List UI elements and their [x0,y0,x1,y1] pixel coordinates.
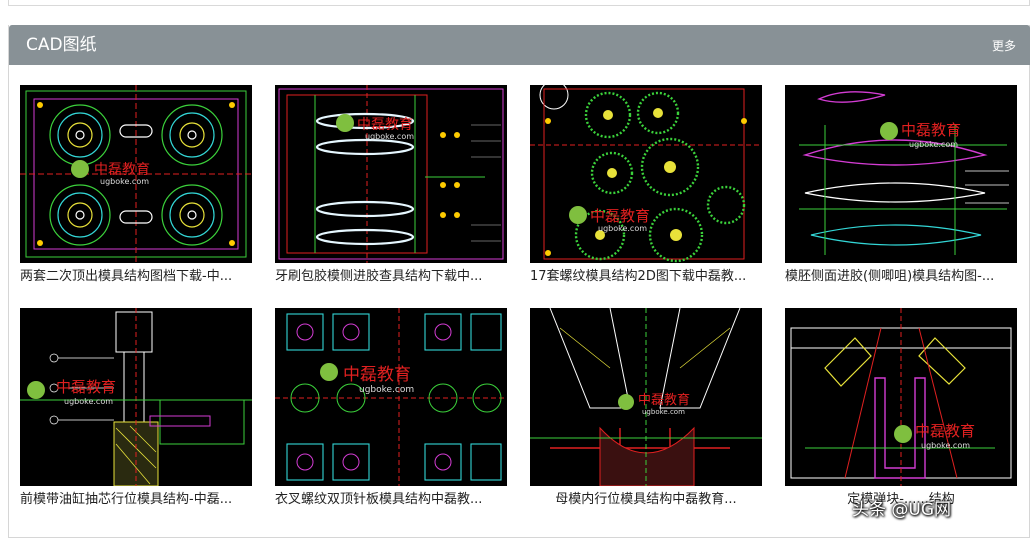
drawing-card[interactable]: 中磊教育 ugboke.com 前模带油缸抽芯行位模具结构-中磊... [20,308,252,513]
thumb-watermark-en: ugboke.com [64,397,113,406]
thumb-watermark-cn: 中磊教育 [915,422,975,440]
drawing-card[interactable]: 中磊教育 ugboke.com 牙刷包胶模侧进胶查具结构下载中... [275,85,507,290]
cad-preview-cylinder-slider: 中磊教育 ugboke.com [20,308,252,486]
thumb-watermark-cn: 中磊教育 [94,162,150,178]
drawing-card[interactable]: 中磊教育 ugboke.com 定模弹块-......结构 [785,308,1017,513]
drawing-title[interactable]: 衣叉螺纹双顶针板模具结构中磊教... [275,490,507,510]
thumb-watermark-cn: 中磊教育 [343,365,411,385]
thumb-watermark-cn: 中磊教育 [590,207,650,225]
drawing-thumbnail[interactable]: 中磊教育 ugboke.com [785,85,1017,263]
cad-preview-spring-block: 中磊教育 ugboke.com [785,308,1017,486]
drawing-card[interactable]: 中磊教育 ugboke.com 母模内行位模具结构中磊教育... [530,308,762,513]
more-link[interactable]: 更多 [992,38,1016,54]
thumb-watermark-en: ugboke.com [598,224,647,233]
cad-preview-side-gate: 中磊教育 ugboke.com [785,85,1017,263]
cad-preview-inner-slider: 中磊教育 ugboke.com [530,308,762,486]
thumb-watermark-en: ugboke.com [359,385,414,395]
drawing-title[interactable]: 两套二次顶出模具结构图档下载-中... [20,267,252,287]
drawing-card[interactable]: 中磊教育 ugboke.com 17套螺纹模具结构2D图下载中磊教... [530,85,762,290]
thumb-watermark-en: ugboke.com [365,132,414,141]
thumb-watermark-cn: 中磊教育 [357,117,413,133]
previous-panel-edge [8,0,1030,6]
panel-header: CAD图纸 更多 [9,25,1030,65]
drawing-title[interactable]: 模胚侧面进胶(侧唧咀)模具结构图-... [785,267,1017,287]
drawing-thumbnail[interactable]: 中磊教育 ugboke.com [275,308,507,486]
drawing-card[interactable]: 中磊教育 ugboke.com 两套二次顶出模具结构图档下载-中... [20,85,252,290]
drawing-title[interactable]: 母模内行位模具结构中磊教育... [530,490,762,510]
page-watermark-text: 头条 @UG网 [852,499,952,520]
thumb-watermark-en: ugboke.com [100,177,149,186]
drawing-card[interactable]: 中磊教育 ugboke.com 模胚侧面进胶(侧唧咀)模具结构图-... [785,85,1017,290]
drawing-thumbnail[interactable]: 中磊教育 ugboke.com [530,308,762,486]
drawing-card[interactable]: 中磊教育 ugboke.com 衣叉螺纹双顶针板模具结构中磊教... [275,308,507,513]
thumb-watermark-en: ugboke.com [642,408,685,416]
drawing-title[interactable]: 17套螺纹模具结构2D图下载中磊教... [530,267,762,287]
drawing-title[interactable]: 前模带油缸抽芯行位模具结构-中磊... [20,490,252,510]
drawing-thumbnail[interactable]: 中磊教育 ugboke.com [785,308,1017,486]
cad-preview-thread-mold: 中磊教育 ugboke.com [530,85,762,263]
drawing-thumbnail[interactable]: 中磊教育 ugboke.com [20,308,252,486]
drawing-thumbnail[interactable]: 中磊教育 ugboke.com [275,85,507,263]
thumb-watermark-en: ugboke.com [921,441,970,450]
thumb-watermark-cn: 中磊教育 [638,392,690,408]
panel-title: CAD图纸 [26,35,97,55]
cad-preview-toothbrush-mold: 中磊教育 ugboke.com [275,85,507,263]
page-watermark: 头条 @UG网 [852,492,951,522]
thumb-watermark-cn: 中磊教育 [56,378,116,396]
cad-preview-two-cavity: 中磊教育 ugboke.com [20,85,252,263]
cad-preview-double-ejector: 中磊教育 ugboke.com [275,308,507,486]
thumb-watermark-cn: 中磊教育 [901,121,961,139]
drawing-title[interactable]: 牙刷包胶模侧进胶查具结构下载中... [275,267,507,287]
drawing-thumbnail[interactable]: 中磊教育 ugboke.com [20,85,252,263]
drawing-thumbnail[interactable]: 中磊教育 ugboke.com [530,85,762,263]
thumb-watermark-en: ugboke.com [909,140,958,149]
